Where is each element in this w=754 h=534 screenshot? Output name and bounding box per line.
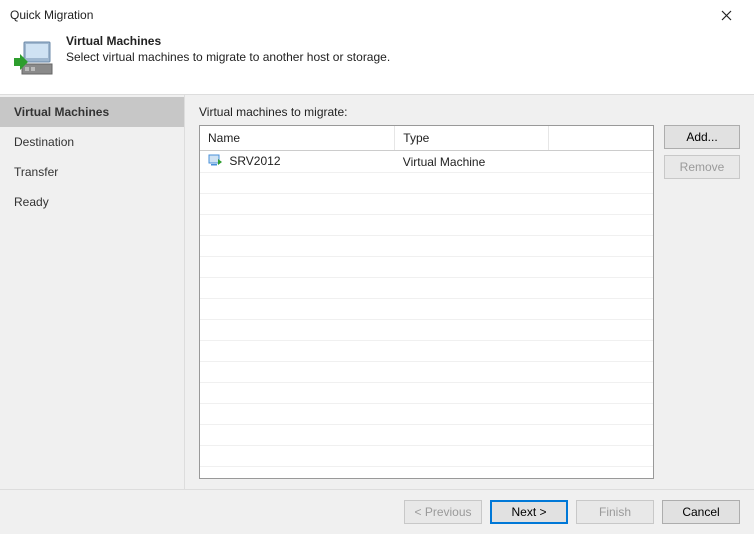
cancel-button[interactable]: Cancel [662, 500, 740, 524]
table-row: . [200, 215, 653, 236]
table-row: . [200, 341, 653, 362]
table-label: Virtual machines to migrate: [199, 105, 740, 119]
table-row: . [200, 446, 653, 467]
cell-name: SRV2012 [229, 154, 280, 168]
table-row: . [200, 299, 653, 320]
column-header-type[interactable]: Type [395, 126, 549, 151]
close-button[interactable] [706, 4, 746, 26]
column-header-name[interactable]: Name [200, 126, 395, 151]
cell-type: Virtual Machine [395, 151, 549, 173]
table-row: . [200, 383, 653, 404]
table-row: . [200, 173, 653, 194]
wizard-steps-sidebar: Virtual Machines Destination Transfer Re… [0, 95, 185, 489]
table-row: . [200, 236, 653, 257]
column-header-blank [549, 126, 653, 151]
sidebar-item-virtual-machines[interactable]: Virtual Machines [0, 97, 184, 127]
table-row: . [200, 404, 653, 425]
table-row: . [200, 257, 653, 278]
header-text: Virtual Machines Select virtual machines… [66, 32, 390, 64]
side-buttons: Add... Remove [664, 125, 740, 479]
table-row: . [200, 425, 653, 446]
sidebar-item-label: Transfer [14, 165, 58, 179]
add-button[interactable]: Add... [664, 125, 740, 149]
table-row: . [200, 362, 653, 383]
next-button[interactable]: Next > [490, 500, 568, 524]
content: Virtual Machines Destination Transfer Re… [0, 94, 754, 489]
table-row[interactable]: SRV2012 Virtual Machine [200, 151, 653, 173]
wizard-window: Quick Migration Virtual Machines Select … [0, 0, 754, 534]
finish-button[interactable]: Finish [576, 500, 654, 524]
sidebar-item-transfer[interactable]: Transfer [0, 157, 184, 187]
table-header-row: Name Type [200, 126, 653, 151]
table-row: . [200, 278, 653, 299]
table-row: . [200, 320, 653, 341]
page-title: Virtual Machines [66, 34, 390, 48]
window-title: Quick Migration [10, 8, 93, 22]
table-row: . [200, 194, 653, 215]
remove-button[interactable]: Remove [664, 155, 740, 179]
sidebar-item-label: Ready [14, 195, 49, 209]
table-row: . [200, 467, 653, 479]
page-subtitle: Select virtual machines to migrate to an… [66, 50, 390, 64]
sidebar-item-label: Virtual Machines [14, 105, 109, 119]
main-row: Name Type [199, 125, 740, 479]
titlebar: Quick Migration [0, 0, 754, 28]
footer: < Previous Next > Finish Cancel [0, 489, 754, 534]
vms-table: Name Type [199, 125, 654, 479]
main-panel: Virtual machines to migrate: Name Type [185, 95, 754, 489]
previous-button[interactable]: < Previous [404, 500, 482, 524]
sidebar-item-destination[interactable]: Destination [0, 127, 184, 157]
sidebar-item-label: Destination [14, 135, 74, 149]
header: Virtual Machines Select virtual machines… [0, 28, 754, 94]
close-icon [721, 10, 732, 21]
sidebar-item-ready[interactable]: Ready [0, 187, 184, 217]
wizard-icon [14, 38, 54, 78]
vm-icon [208, 154, 222, 169]
